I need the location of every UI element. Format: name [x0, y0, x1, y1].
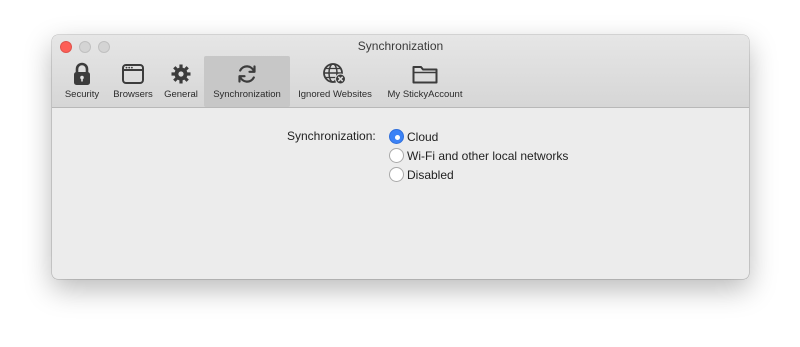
tab-my-stickyaccount[interactable]: My StickyAccount	[380, 56, 470, 107]
option-wifi-local-label[interactable]: Wi-Fi and other local networks	[407, 149, 568, 163]
radio-cloud[interactable]	[389, 129, 404, 144]
preferences-window: Synchronization Security Browsers Genera…	[52, 35, 749, 279]
gear-icon	[170, 60, 192, 87]
tab-general[interactable]: General	[158, 56, 204, 107]
globe-blocked-icon	[322, 60, 348, 87]
preferences-toolbar: Security Browsers General Synchronizatio…	[56, 56, 470, 107]
tab-synchronization[interactable]: Synchronization	[204, 56, 290, 107]
option-cloud-label[interactable]: Cloud	[407, 130, 438, 144]
browser-window-icon	[121, 60, 145, 87]
window-title: Synchronization	[357, 39, 444, 53]
tab-ignored-websites[interactable]: Ignored Websites	[290, 56, 380, 107]
tab-browsers[interactable]: Browsers	[108, 56, 158, 107]
option-disabled-label[interactable]: Disabled	[407, 168, 454, 182]
radio-wifi-local[interactable]	[389, 148, 404, 163]
tab-synchronization-label: Synchronization	[213, 89, 281, 100]
option-wifi-local[interactable]: Wi-Fi and other local networks	[389, 146, 568, 165]
option-disabled[interactable]: Disabled	[389, 165, 568, 184]
tab-my-stickyaccount-label: My StickyAccount	[387, 89, 463, 100]
synchronization-label: Synchronization:	[287, 129, 376, 143]
tab-security[interactable]: Security	[56, 56, 108, 107]
synchronization-options: Cloud Wi-Fi and other local networks Dis…	[389, 127, 568, 184]
option-cloud[interactable]: Cloud	[389, 127, 568, 146]
titlebar: Synchronization Security Browsers Genera…	[52, 35, 749, 108]
folder-icon	[411, 60, 439, 87]
tab-ignored-websites-label: Ignored Websites	[298, 89, 372, 100]
radio-disabled[interactable]	[389, 167, 404, 182]
lock-icon	[71, 60, 93, 87]
tab-security-label: Security	[64, 89, 100, 100]
tab-browsers-label: Browsers	[113, 89, 153, 100]
synchronization-pane: Synchronization: Cloud Wi-Fi and other l…	[52, 108, 749, 279]
tab-general-label: General	[164, 89, 198, 100]
sync-icon	[235, 60, 259, 87]
